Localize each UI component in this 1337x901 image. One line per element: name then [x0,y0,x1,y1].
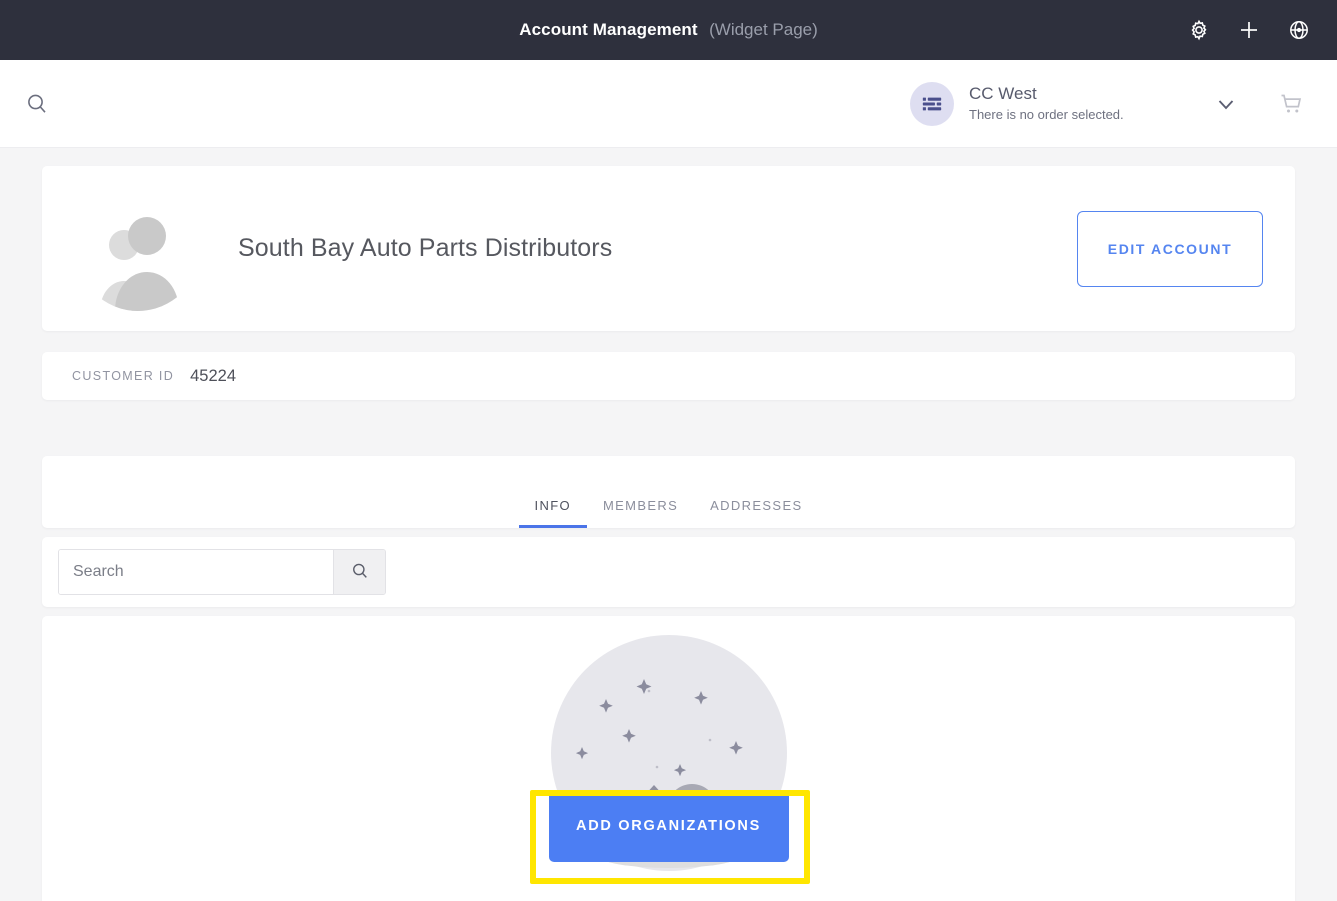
edit-account-button[interactable]: EDIT ACCOUNT [1077,210,1263,287]
tab-members[interactable]: MEMBERS [587,498,694,528]
account-name: South Bay Auto Parts Distributors [238,234,613,262]
customer-id-card: CUSTOMER ID 45224 [42,352,1295,400]
app-bar-actions [1187,0,1311,60]
app-bar: Account Management (Widget Page) [0,0,1337,60]
cart-icon[interactable] [1279,92,1303,116]
page-title-main: Account Management [519,20,698,39]
customer-id-label: CUSTOMER ID [72,369,175,383]
search-input[interactable] [59,550,333,594]
sub-bar: CC West There is no order selected. [0,60,1337,148]
account-header-card: South Bay Auto Parts Distributors EDIT A… [42,166,1295,331]
chevron-down-icon[interactable] [1213,91,1239,117]
order-info: CC West There is no order selected. [969,84,1189,124]
order-selector[interactable]: CC West There is no order selected. [910,60,1315,148]
page-body: South Bay Auto Parts Distributors EDIT A… [0,148,1337,901]
gear-icon[interactable] [1187,18,1211,42]
order-status-text: There is no order selected. [969,107,1124,122]
target-icon[interactable] [1287,18,1311,42]
search-card [42,537,1295,607]
organizations-empty-state: ADD ORGANIZATIONS [42,616,1295,901]
search-icon [350,561,370,584]
tabs-card: INFO MEMBERS ADDRESSES [42,456,1295,528]
order-list-icon [910,82,954,126]
page-title: Account Management (Widget Page) [519,20,818,40]
plus-icon[interactable] [1237,18,1261,42]
search-submit-button[interactable] [333,550,385,594]
search-icon[interactable] [24,91,50,117]
order-account-name: CC West [969,84,1037,103]
search-box [58,549,386,595]
tab-list: INFO MEMBERS ADDRESSES [518,498,819,528]
page-title-suffix: (Widget Page) [709,20,818,39]
customer-id-value: 45224 [190,366,237,385]
group-avatar-icon [76,186,200,311]
tab-addresses[interactable]: ADDRESSES [694,498,818,528]
add-organizations-button[interactable]: ADD ORGANIZATIONS [548,790,789,862]
tab-info[interactable]: INFO [518,498,587,528]
